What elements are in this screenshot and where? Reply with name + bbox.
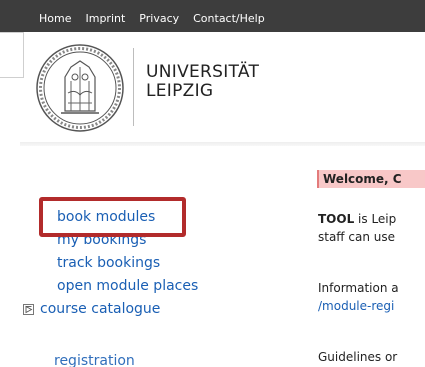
nav-privacy-link[interactable]: Privacy bbox=[139, 12, 179, 26]
nav-contact-help-link[interactable]: Contact/Help bbox=[193, 12, 265, 26]
logo-divider bbox=[133, 48, 134, 126]
sidebar-item-registration[interactable]: registration bbox=[54, 353, 135, 367]
intro-text: is Leip bbox=[354, 212, 397, 226]
module-registration-link[interactable]: /module-regi bbox=[318, 297, 425, 315]
top-nav: Home Imprint Privacy Contact/Help bbox=[39, 12, 279, 26]
sidebar-item-track-bookings[interactable]: track bookings bbox=[40, 252, 240, 275]
left-edge-panel bbox=[0, 32, 24, 78]
intro-paragraph-line-2: staff can use bbox=[318, 230, 396, 244]
top-navigation-bar: Home Imprint Privacy Contact/Help bbox=[0, 0, 425, 32]
sidebar-item-label: course catalogue bbox=[40, 301, 161, 317]
info-paragraph-line-1: Information a bbox=[318, 281, 399, 295]
intro-paragraph-line-1: TOOL is Leip bbox=[318, 210, 425, 228]
nav-home-link[interactable]: Home bbox=[39, 12, 71, 26]
nav-imprint-link[interactable]: Imprint bbox=[85, 12, 125, 26]
sidebar-item-label: open module places bbox=[57, 278, 199, 294]
sidebar-item-label: track bookings bbox=[57, 255, 161, 271]
university-seal-logo bbox=[36, 44, 124, 132]
logo-line-1: UNIVERSITÄT bbox=[146, 62, 260, 82]
logo-line-2: LEIPZIG bbox=[146, 81, 214, 101]
annotation-highlight-box bbox=[39, 197, 186, 237]
university-logo-text[interactable]: UNIVERSITÄT LEIPZIG bbox=[146, 63, 259, 101]
welcome-heading: Welcome, C bbox=[317, 170, 425, 188]
header-divider bbox=[20, 142, 425, 146]
sidebar-item-open-module-places[interactable]: open module places bbox=[40, 275, 240, 298]
tool-name: TOOL bbox=[318, 212, 355, 226]
sidebar-item-course-catalogue[interactable]: course catalogue bbox=[23, 298, 240, 321]
expand-icon[interactable] bbox=[23, 304, 34, 315]
guidelines-text: Guidelines or bbox=[318, 350, 398, 364]
